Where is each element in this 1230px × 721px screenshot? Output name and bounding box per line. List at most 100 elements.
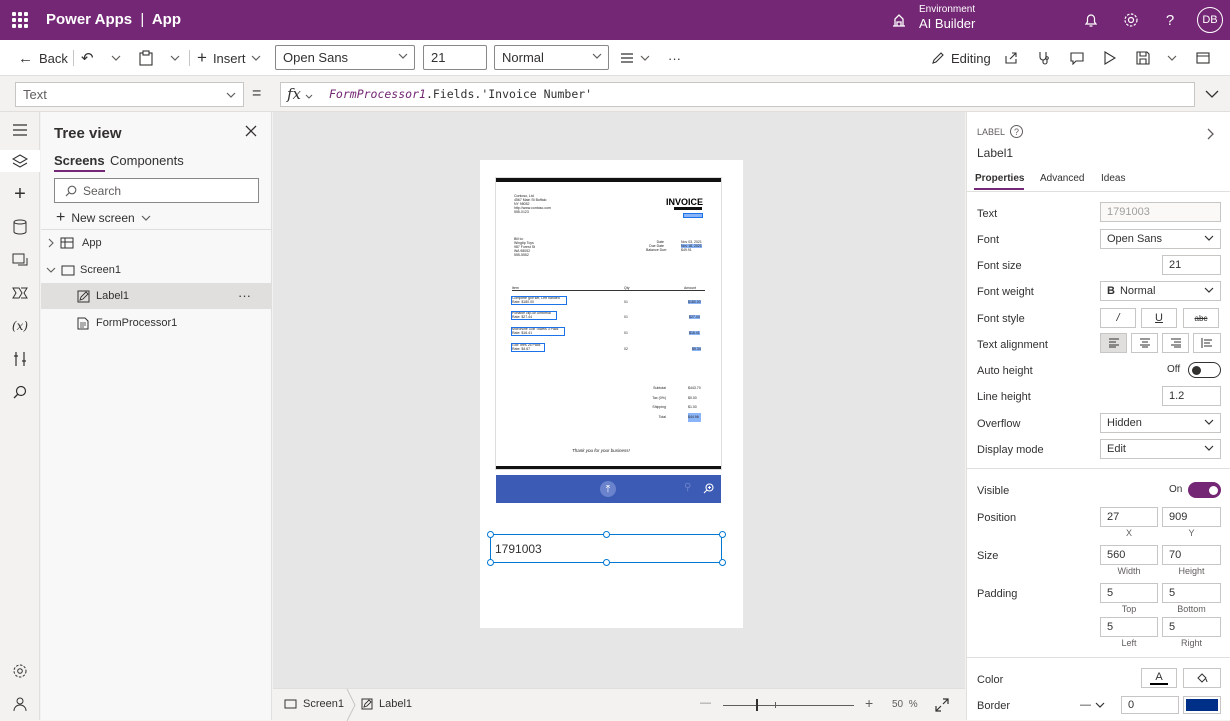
- resize-handle[interactable]: [487, 559, 494, 566]
- tree-item-app[interactable]: App: [41, 230, 272, 256]
- zoom-level[interactable]: 50 %: [892, 699, 918, 710]
- environment-name[interactable]: AI Builder: [919, 16, 975, 31]
- chevron-down-icon[interactable]: [46, 267, 56, 273]
- preview-play-icon[interactable]: [1104, 48, 1116, 68]
- tree-item-formprocessor1[interactable]: FormProcessor1: [41, 310, 272, 336]
- tree-view-layers-icon[interactable]: [0, 150, 40, 172]
- padding-top-input[interactable]: 5: [1100, 583, 1158, 603]
- save-icon[interactable]: [1136, 48, 1150, 68]
- width-input[interactable]: 560: [1100, 545, 1158, 565]
- chevron-right-icon[interactable]: [48, 238, 54, 248]
- italic-button[interactable]: /: [1100, 308, 1136, 328]
- undo-icon[interactable]: ↶: [81, 48, 94, 68]
- property-selector[interactable]: Text: [15, 82, 244, 107]
- insert-plus-icon[interactable]: +: [10, 183, 30, 205]
- undo-dropdown-chevron-icon[interactable]: [111, 48, 121, 68]
- expand-formula-chevron-icon[interactable]: [1205, 90, 1219, 98]
- editing-button[interactable]: Editing: [931, 48, 991, 68]
- share-icon[interactable]: [1004, 48, 1018, 68]
- tab-screens[interactable]: Screens: [54, 153, 105, 172]
- more-options-icon[interactable]: ···: [238, 288, 251, 303]
- power-automate-icon[interactable]: [10, 283, 30, 303]
- height-input[interactable]: 70: [1162, 545, 1221, 565]
- position-x-input[interactable]: 27: [1100, 507, 1158, 527]
- close-icon[interactable]: [244, 124, 258, 138]
- font-dropdown[interactable]: Open Sans: [1100, 229, 1221, 249]
- auto-height-toggle[interactable]: [1188, 362, 1221, 378]
- new-screen-button[interactable]: + New screen: [56, 209, 151, 227]
- zoom-in-button[interactable]: +: [865, 695, 873, 711]
- settings-gear-icon[interactable]: [10, 661, 30, 681]
- more-commands-button[interactable]: ···: [668, 48, 681, 68]
- text-color-button[interactable]: A: [1141, 668, 1177, 688]
- notifications-bell-icon[interactable]: [1081, 10, 1101, 30]
- control-name[interactable]: Label1: [977, 146, 1013, 160]
- display-mode-dropdown[interactable]: Edit: [1100, 439, 1221, 459]
- align-right-button[interactable]: [1162, 333, 1189, 353]
- fit-to-window-icon[interactable]: [935, 698, 949, 712]
- position-y-input[interactable]: 909: [1162, 507, 1221, 527]
- font-size-input[interactable]: 21: [423, 45, 487, 70]
- breadcrumb-label1[interactable]: Label1: [361, 698, 412, 710]
- tab-properties[interactable]: Properties: [975, 173, 1024, 184]
- underline-button[interactable]: U: [1141, 308, 1177, 328]
- form-processor-invoice-image[interactable]: Contoso, Ltd 4567 Main St Buffalo NY 980…: [496, 178, 721, 469]
- align-left-button[interactable]: [1100, 333, 1127, 353]
- back-button[interactable]: ← Back: [18, 48, 68, 68]
- variables-icon[interactable]: (x): [10, 316, 30, 336]
- align-text-button[interactable]: [620, 48, 650, 68]
- padding-right-input[interactable]: 5: [1162, 617, 1221, 637]
- advanced-tools-icon[interactable]: [10, 349, 30, 369]
- zoom-out-icon[interactable]: ⚲: [684, 482, 691, 493]
- insert-button[interactable]: + Insert: [197, 48, 261, 68]
- overflow-dropdown[interactable]: Hidden: [1100, 413, 1221, 433]
- strikethrough-button[interactable]: abc: [1183, 308, 1219, 328]
- hamburger-menu-icon[interactable]: [10, 120, 30, 140]
- breadcrumb-screen1[interactable]: Screen1: [284, 698, 344, 710]
- visible-toggle[interactable]: [1188, 482, 1221, 498]
- data-cylinder-icon[interactable]: [10, 217, 30, 237]
- font-weight-dropdown[interactable]: Normal: [494, 45, 609, 70]
- upload-arrow-icon[interactable]: ⤒: [600, 481, 616, 497]
- media-icon[interactable]: [10, 250, 30, 270]
- user-avatar[interactable]: DB: [1197, 7, 1223, 33]
- settings-gear-icon[interactable]: [1121, 10, 1141, 30]
- help-circle-icon[interactable]: ?: [1010, 125, 1024, 138]
- border-color-button[interactable]: [1183, 696, 1221, 714]
- resize-handle[interactable]: [603, 531, 610, 538]
- fx-function-icon[interactable]: fx: [287, 85, 313, 103]
- tree-item-label1[interactable]: Label1 ···: [41, 283, 272, 309]
- paste-dropdown-chevron-icon[interactable]: [170, 48, 180, 68]
- app-checker-stethoscope-icon[interactable]: [1037, 48, 1051, 68]
- help-icon[interactable]: ?: [1160, 10, 1180, 30]
- zoom-slider-thumb[interactable]: [756, 699, 758, 711]
- border-width-input[interactable]: 0: [1121, 696, 1179, 714]
- tree-search-input[interactable]: Search: [54, 178, 259, 203]
- resize-handle[interactable]: [719, 531, 726, 538]
- zoom-out-button[interactable]: —: [700, 697, 711, 709]
- line-height-input[interactable]: 1.2: [1162, 386, 1221, 406]
- save-dropdown-chevron-icon[interactable]: [1167, 48, 1177, 68]
- text-property-input[interactable]: 1791003: [1100, 202, 1221, 222]
- font-size-input[interactable]: 21: [1162, 255, 1221, 275]
- align-center-button[interactable]: [1131, 333, 1158, 353]
- resize-handle[interactable]: [719, 559, 726, 566]
- zoom-slider-track[interactable]: [723, 705, 854, 706]
- publish-icon[interactable]: [1196, 48, 1210, 68]
- search-icon[interactable]: [10, 382, 30, 402]
- app-launcher-icon[interactable]: [12, 12, 28, 28]
- collapse-panel-chevron-icon[interactable]: [1207, 128, 1214, 140]
- padding-left-input[interactable]: 5: [1100, 617, 1158, 637]
- comments-icon[interactable]: [1070, 48, 1084, 68]
- virtual-agent-icon[interactable]: [10, 694, 30, 714]
- align-justify-button[interactable]: [1193, 333, 1221, 353]
- font-family-dropdown[interactable]: Open Sans: [275, 45, 415, 70]
- tab-advanced[interactable]: Advanced: [1040, 173, 1084, 184]
- resize-handle[interactable]: [487, 531, 494, 538]
- border-style-dropdown[interactable]: —: [1080, 696, 1118, 714]
- paste-icon[interactable]: [139, 48, 153, 68]
- tab-ideas[interactable]: Ideas: [1101, 173, 1125, 184]
- invoice-number-highlight[interactable]: [683, 213, 703, 218]
- resize-handle[interactable]: [603, 559, 610, 566]
- font-weight-dropdown[interactable]: B Normal: [1100, 281, 1221, 301]
